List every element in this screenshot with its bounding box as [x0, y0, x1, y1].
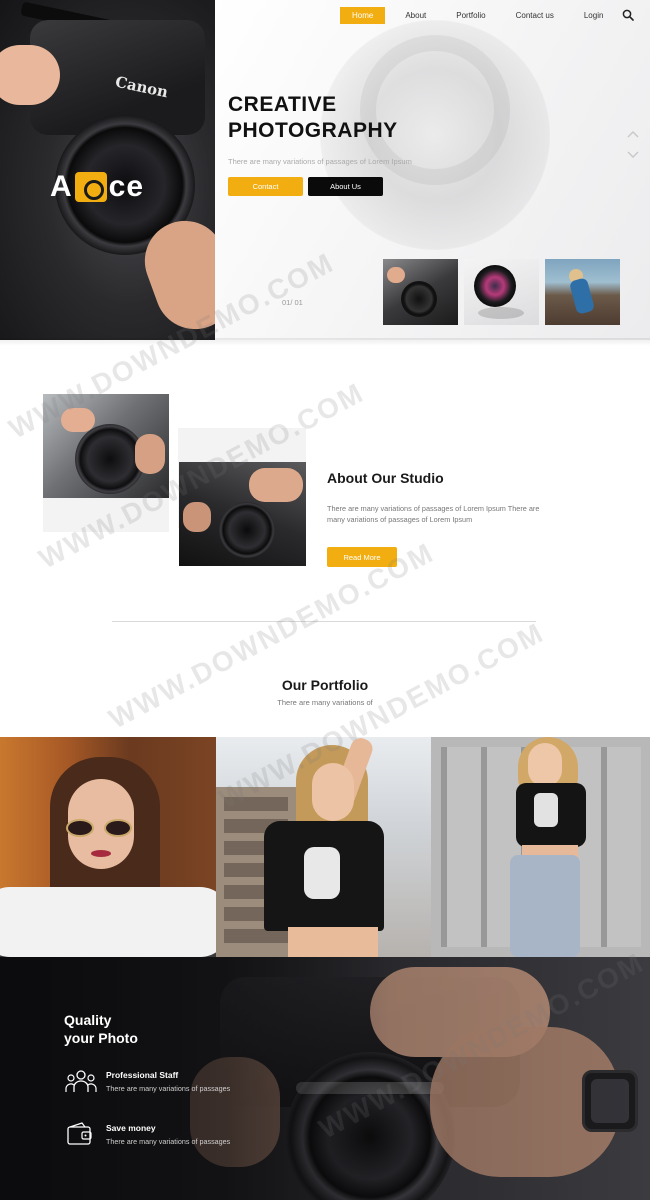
slide-thumbnail-2[interactable] — [464, 259, 539, 325]
page: Canon A ce Home About Portfolio Contact … — [0, 0, 650, 1200]
team-icon — [65, 1070, 97, 1092]
slide-pager: 01/ 01 — [282, 298, 303, 307]
feature-text: There are many variations of passages — [106, 1084, 231, 1093]
shirt-print — [534, 793, 558, 827]
image-hand — [135, 434, 165, 474]
image-hand — [249, 468, 303, 502]
nav-home[interactable]: Home — [340, 6, 386, 24]
chevron-down-icon[interactable] — [627, 148, 639, 160]
hero-shadow — [0, 338, 650, 346]
thumb-shadow — [478, 307, 524, 319]
main-nav: Home About Portfolio Contact us Login — [340, 6, 623, 24]
quality-section: Quality your Photo Professional Staff Th… — [0, 957, 650, 1200]
figure-arm — [0, 887, 216, 957]
figure-face — [312, 763, 354, 821]
image-hand — [61, 408, 95, 432]
image-lens — [219, 502, 275, 558]
portfolio-subtitle: There are many variations of — [277, 698, 373, 707]
image-hand — [183, 502, 211, 532]
about-us-button[interactable]: About Us — [308, 177, 383, 196]
search-icon[interactable] — [622, 9, 634, 21]
portfolio-gallery — [0, 737, 650, 957]
nav-login[interactable]: Login — [574, 7, 614, 24]
feature-title: Save money — [106, 1123, 156, 1133]
feature-text: There are many variations of passages — [106, 1137, 231, 1146]
thumb-person — [568, 277, 596, 315]
quality-title-line1: Quality — [64, 1012, 112, 1028]
figure-torso — [288, 927, 378, 957]
site-logo[interactable]: A ce — [50, 170, 144, 204]
hero-title-line2: PHOTOGRAPHY — [228, 119, 398, 142]
nav-about[interactable]: About — [395, 7, 436, 24]
hand-left — [0, 45, 60, 105]
hero-title: CREATIVE PHOTOGRAPHY — [228, 92, 398, 144]
wallet-icon — [67, 1122, 92, 1145]
contact-button[interactable]: Contact — [228, 177, 303, 196]
read-more-button[interactable]: Read More — [327, 547, 397, 567]
figure-face — [528, 743, 562, 787]
logo-text-right: ce — [108, 170, 145, 203]
feature-save-money: Save money There are many variations of … — [64, 1121, 304, 1151]
figure-jeans — [510, 855, 580, 957]
chevron-up-icon[interactable] — [627, 129, 639, 141]
hero-camera-image: Canon A ce — [0, 0, 215, 340]
about-title: About Our Studio — [327, 470, 444, 486]
hero-title-line1: CREATIVE — [228, 93, 337, 116]
thumb-hand — [387, 267, 405, 283]
hero-section: Canon A ce Home About Portfolio Contact … — [0, 0, 650, 340]
nav-portfolio[interactable]: Portfolio — [446, 7, 495, 24]
logo-text-left: A — [50, 170, 73, 203]
section-divider — [112, 621, 536, 622]
thumb-lens — [474, 265, 516, 307]
camera-logo-icon — [74, 172, 107, 202]
thumb-lens — [401, 281, 437, 317]
portfolio-image-2[interactable] — [216, 737, 650, 957]
figure-lips — [91, 850, 111, 857]
feature-title: Professional Staff — [106, 1070, 179, 1080]
nav-contact[interactable]: Contact us — [506, 7, 564, 24]
shirt-print — [304, 847, 340, 899]
portfolio-image-1[interactable] — [0, 737, 216, 957]
slide-thumbnail-1[interactable] — [383, 259, 458, 325]
hero-subtitle: There are many variations of passages of… — [228, 157, 412, 166]
feature-professional-staff: Professional Staff There are many variat… — [64, 1068, 304, 1098]
portfolio-title: Our Portfolio — [281, 677, 369, 693]
quality-title: Quality your Photo — [64, 1011, 138, 1047]
quality-title-line2: your Photo — [64, 1030, 138, 1046]
sunglasses — [66, 819, 136, 837]
about-image-2 — [179, 462, 306, 566]
about-text: There are many variations of passages of… — [327, 504, 540, 524]
slide-thumbnail-3[interactable] — [545, 259, 620, 325]
about-image-1 — [43, 394, 169, 498]
